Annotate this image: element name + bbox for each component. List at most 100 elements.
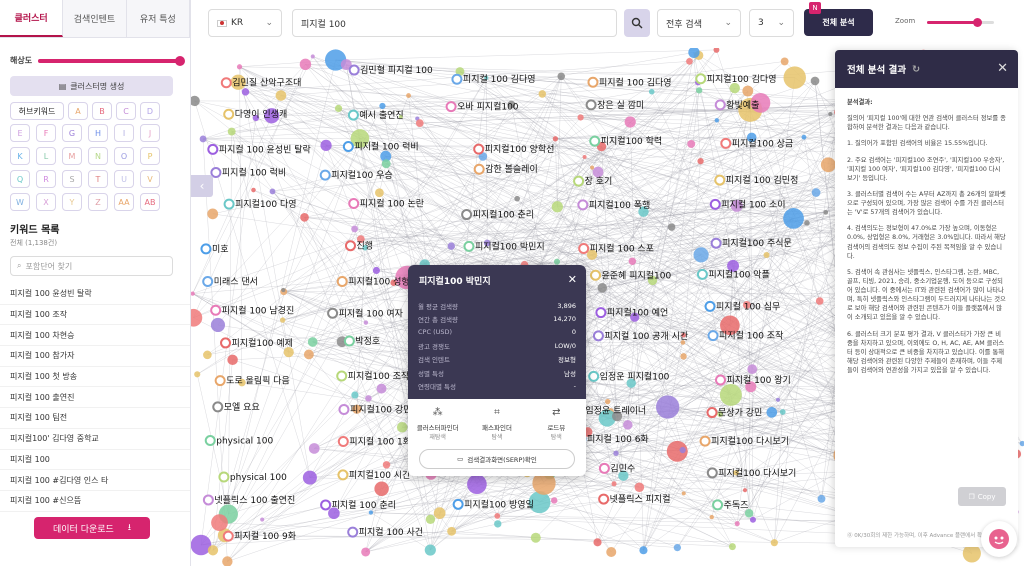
graph-node-label[interactable]: 진행 xyxy=(356,240,373,252)
graph-node-label[interactable]: 피지컬100 김다영 xyxy=(707,73,777,85)
graph-hub-node[interactable] xyxy=(320,499,332,511)
keyword-list-item[interactable]: 피지컬 100 #신으뜸 xyxy=(0,491,190,512)
graph-node-label[interactable]: 피지컬 100 조작 xyxy=(719,331,783,342)
graph-node[interactable] xyxy=(351,391,359,399)
tab-cluster[interactable]: 클러스터 xyxy=(0,0,64,37)
graph-node-label[interactable]: 임정운 피지컬100 xyxy=(600,370,670,382)
graph-hub-node[interactable] xyxy=(204,435,216,447)
graph-hub-node[interactable] xyxy=(223,198,235,210)
graph-node-label[interactable]: 모엘 요요 xyxy=(224,402,260,413)
graph-node-label[interactable]: 피지컬100 박민지 xyxy=(475,241,545,252)
graph-hub-node[interactable] xyxy=(336,276,348,288)
graph-node[interactable] xyxy=(693,247,709,263)
graph-hub-node[interactable] xyxy=(343,335,355,347)
graph-node[interactable] xyxy=(728,543,736,551)
graph-node-label[interactable]: 피지컬100 상금 xyxy=(732,138,793,149)
graph-node[interactable] xyxy=(656,395,680,419)
keyword-list-item[interactable]: 피지컬 100 첫 방송 xyxy=(0,367,190,388)
graph-node[interactable] xyxy=(382,461,391,469)
graph-node[interactable] xyxy=(538,90,547,98)
graph-hub-node[interactable] xyxy=(337,435,349,447)
graph-hub-node[interactable] xyxy=(342,140,354,152)
graph-hub-node[interactable] xyxy=(214,375,226,387)
country-select[interactable]: KR ⌄ xyxy=(208,9,282,37)
graph-node[interactable] xyxy=(227,354,238,366)
graph-node[interactable] xyxy=(372,266,380,275)
graph-node-label[interactable]: 피지컬 100 김민정 xyxy=(726,174,799,186)
graph-node[interactable] xyxy=(770,539,778,547)
graph-hub-node[interactable] xyxy=(573,175,585,187)
graph-node[interactable] xyxy=(424,544,436,556)
graph-node-label[interactable]: 피지컬100 다영 xyxy=(235,199,296,210)
cluster-chip[interactable]: X xyxy=(36,193,56,211)
graph-node[interactable] xyxy=(597,283,608,293)
graph-node[interactable] xyxy=(557,72,566,81)
graph-hub-node[interactable] xyxy=(588,370,600,382)
graph-node-label[interactable]: 피지컬 100 남경진 xyxy=(222,304,295,316)
graph-node-label[interactable]: physical 100 xyxy=(230,473,287,483)
graph-node[interactable] xyxy=(552,136,559,142)
graph-node-label[interactable]: 피지컬100 예언 xyxy=(607,307,668,319)
graph-hub-node[interactable] xyxy=(595,307,607,319)
graph-node-label[interactable]: 김민혈 피지컬 100 xyxy=(360,64,433,76)
graph-node[interactable] xyxy=(211,514,228,532)
graph-hub-node[interactable] xyxy=(202,494,214,506)
graph-node[interactable] xyxy=(467,474,487,495)
graph-hub-node[interactable] xyxy=(585,99,597,111)
graph-node-label[interactable]: 넷플릭스 100 출연진 xyxy=(214,494,295,506)
cluster-chip[interactable]: AB xyxy=(140,193,160,211)
graph-hub-node[interactable] xyxy=(348,197,360,209)
graph-node[interactable] xyxy=(801,134,807,140)
graph-hub-node[interactable] xyxy=(344,240,356,252)
graph-node[interactable] xyxy=(550,497,558,504)
graph-node[interactable] xyxy=(606,546,617,558)
graph-node-label[interactable]: physical 100 xyxy=(216,437,273,447)
cluster-chip[interactable]: C xyxy=(116,102,136,120)
graph-hub-node[interactable] xyxy=(714,374,726,386)
cluster-chip[interactable]: G xyxy=(62,124,82,142)
graph-node[interactable] xyxy=(709,514,714,520)
graph-node-label[interactable]: 피지컬 100 6화 xyxy=(587,434,649,445)
graph-node-label[interactable]: 피지컬 100 스포 xyxy=(590,243,654,254)
popup-action-button[interactable]: ⌗ 패스파인더 탐색 xyxy=(472,407,522,441)
graph-hub-node[interactable] xyxy=(451,73,463,85)
graph-node[interactable] xyxy=(351,225,359,233)
graph-node[interactable] xyxy=(815,297,824,305)
graph-node-label[interactable]: 피지컬 100 9화 xyxy=(234,531,296,542)
graph-hub-node[interactable] xyxy=(210,304,222,316)
graph-node-label[interactable]: 박정호 xyxy=(355,336,380,347)
graph-node-label[interactable]: 미호 xyxy=(212,244,229,255)
graph-node-label[interactable]: 도로 올림픽 다음 xyxy=(226,375,290,387)
graph-node[interactable] xyxy=(447,242,455,250)
depth-select[interactable]: 3 ⌄ xyxy=(749,9,794,37)
graph-node[interactable] xyxy=(766,407,778,418)
graph-node[interactable] xyxy=(623,420,633,430)
graph-hub-node[interactable] xyxy=(347,526,359,538)
graph-node-label[interactable]: 피지컬100 다시보기 xyxy=(711,436,789,447)
graph-node[interactable] xyxy=(210,317,226,333)
graph-hub-node[interactable] xyxy=(707,330,719,342)
graph-node[interactable] xyxy=(780,57,789,66)
graph-node[interactable] xyxy=(775,397,781,402)
keyword-list-item[interactable]: 피지컬 100 xyxy=(0,450,190,471)
graph-node[interactable] xyxy=(365,395,372,402)
graph-node[interactable] xyxy=(681,491,686,496)
graph-hub-node[interactable] xyxy=(210,167,222,179)
graph-node[interactable] xyxy=(823,209,829,215)
graph-node-label[interactable]: 피지컬100 예제 xyxy=(232,338,293,349)
graph-node[interactable] xyxy=(368,510,374,515)
graph-node[interactable] xyxy=(763,251,770,259)
keyword-list-item[interactable]: 피지컬 100 참가자 xyxy=(0,346,190,367)
graph-node[interactable] xyxy=(447,526,457,536)
search-input[interactable]: 피지컬 100 xyxy=(292,9,617,37)
graph-hub-node[interactable] xyxy=(704,300,716,312)
cluster-chip[interactable]: M xyxy=(62,147,82,165)
graph-node-label[interactable]: 피지컬100 시간 xyxy=(349,470,410,481)
graph-hub-node[interactable] xyxy=(598,493,610,505)
zoom-slider-knob[interactable] xyxy=(973,18,983,27)
cluster-chip[interactable]: AA xyxy=(114,193,134,211)
graph-hub-node[interactable] xyxy=(463,240,475,252)
graph-node[interactable] xyxy=(742,488,748,493)
cluster-chip[interactable]: I xyxy=(114,124,134,142)
graph-node[interactable] xyxy=(686,57,693,65)
